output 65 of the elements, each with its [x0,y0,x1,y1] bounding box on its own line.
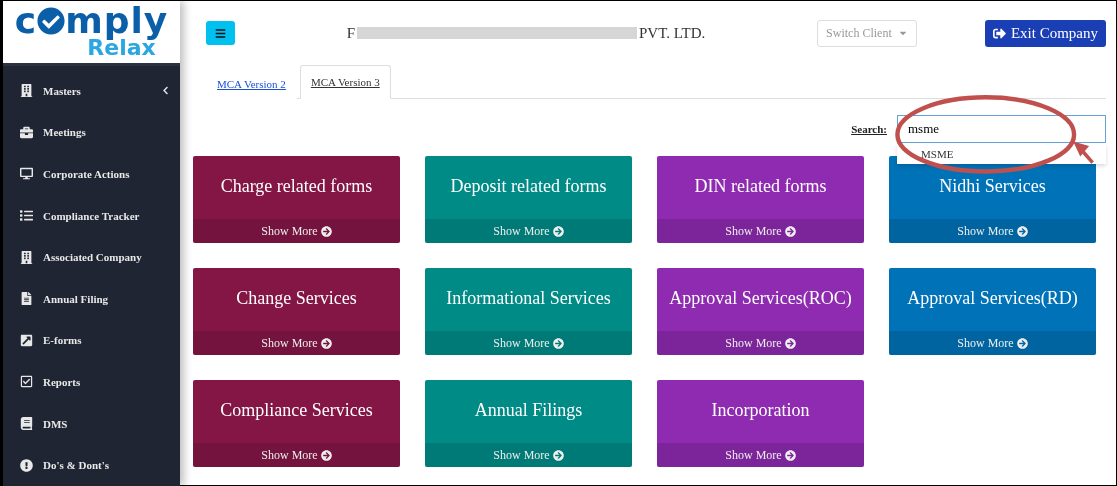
arrow-right-icon [784,337,796,349]
card-title: Deposit related forms [450,176,607,197]
card-title: DIN related forms [694,176,827,197]
building-icon [20,250,33,264]
exit-icon [992,26,1006,40]
show-more-button[interactable]: Show More [657,219,864,243]
show-more-button[interactable]: Show More [657,331,864,355]
show-more-button[interactable]: Show More [889,219,1096,243]
card-title: Informational Services [446,288,611,309]
card-title: Change Services [236,288,357,309]
show-more-button[interactable]: Show More [425,443,632,467]
card-title: Approval Services(ROC) [669,288,852,309]
book-icon [20,417,33,431]
arrow-right-icon [1016,225,1028,237]
exit-company-button[interactable]: Exit Company [984,19,1106,47]
document-icon [20,292,33,306]
arrow-right-icon [784,225,796,237]
sidebar-item[interactable]: Annual Filing [3,277,180,320]
sidebar-item[interactable]: Associated Company [3,236,180,278]
arrow-right-icon [320,225,332,237]
logo-text: c [14,5,38,37]
briefcase-icon [20,125,33,139]
card-title: Approval Services(RD) [907,288,1078,309]
exclamation-icon [20,458,33,472]
arrow-right-icon [1016,337,1028,349]
arrow-right-icon [320,449,332,461]
sidebar-item[interactable]: E-forms [3,319,180,362]
checkbox-icon [20,375,33,389]
card-title: Compliance Services [220,400,373,421]
sidebar-item[interactable]: Corporate Actions [3,153,180,195]
arrow-right-icon [784,449,796,461]
sidebar-item[interactable]: Compliance Tracker [3,194,180,237]
tab[interactable]: MCA Version 3 [299,65,391,99]
show-more-button[interactable]: Show More [193,443,400,467]
card-title: Nidhi Services [939,176,1046,197]
search-field[interactable]: msme [897,115,1106,143]
monitor-icon [20,167,33,181]
company-name: F [346,24,355,42]
sidebar-item[interactable]: DMS [3,402,180,445]
card-title: Charge related forms [220,176,373,197]
arrow-right-icon [552,225,564,237]
external-link-icon [20,333,33,347]
sidebar-item[interactable]: Masters [3,70,180,112]
show-more-button[interactable]: Show More [657,443,864,467]
arrow-right-icon [552,449,564,461]
show-more-button[interactable]: Show More [193,219,400,243]
sidebar-item[interactable]: Meetings [3,111,180,154]
suggestion-item[interactable]: MSME [897,144,1106,164]
show-more-button[interactable]: Show More [193,331,400,355]
show-more-button[interactable]: Show More [425,331,632,355]
arrow-right-icon [552,337,564,349]
arrow-right-icon [320,337,332,349]
menu-button[interactable] [206,21,235,45]
sidebar-item[interactable]: Do's & Dont's [3,444,180,486]
card-title: Annual Filings [474,400,583,421]
show-more-button[interactable]: Show More [889,331,1096,355]
search-label: Search: [851,123,887,135]
building-icon [20,84,33,98]
list-icon [20,209,33,223]
sidebar-item[interactable]: Reports [3,361,180,403]
annotation-arrow [1073,141,1094,164]
menu-icon [215,27,226,39]
show-more-button[interactable]: Show More [425,219,632,243]
company-name: PVT. LTD. [639,24,706,42]
card-title: Incorporation [711,400,810,421]
